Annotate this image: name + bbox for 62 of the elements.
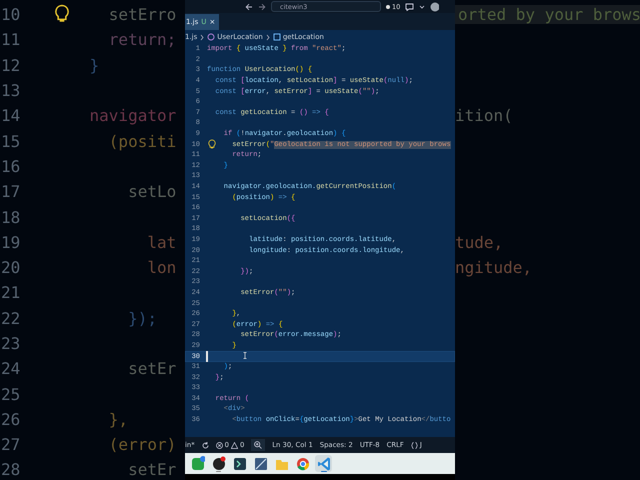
- chat-bubble-icon[interactable]: [405, 2, 414, 10]
- code-line: setErro: [108, 5, 176, 24]
- code-line: setLo: [127, 182, 176, 202]
- chevron-icon: [266, 34, 270, 40]
- browser-icon: [296, 456, 310, 472]
- avatar-icon[interactable]: [430, 2, 440, 12]
- line-number: 10: [0, 5, 22, 24]
- line-number: 15: [0, 132, 22, 151]
- sync-icon[interactable]: [202, 442, 209, 448]
- lightbulb-icon[interactable]: [208, 139, 216, 150]
- line-number: 28: [0, 460, 22, 480]
- line-number: 17: [0, 182, 22, 202]
- code-line: navigator: [88, 106, 176, 126]
- code-line: tude,: [455, 232, 504, 252]
- line-number: 13: [0, 81, 22, 100]
- chevron-icon: [200, 34, 204, 40]
- line-number: 16: [0, 156, 22, 176]
- code-line: (error): [108, 435, 176, 454]
- dot-icon: [386, 4, 390, 8]
- line-number: 24: [0, 359, 22, 378]
- line-number: 25: [0, 384, 22, 404]
- line-number: 21: [0, 283, 22, 302]
- code-line: ition(: [455, 106, 513, 126]
- taskbar-button[interactable]: [210, 455, 227, 472]
- forward-arrow-icon[interactable]: [258, 2, 266, 10]
- line-number: 12: [0, 56, 22, 75]
- taskbar-button[interactable]: [231, 455, 248, 472]
- line-number: 22: [0, 308, 22, 328]
- taskbar-button[interactable]: [252, 455, 269, 472]
- code-line: lat: [146, 232, 176, 252]
- chat-app-icon: [190, 456, 204, 472]
- line-number: 23: [0, 334, 22, 353]
- text-cursor: [206, 351, 208, 362]
- caret-icon[interactable]: [419, 4, 426, 8]
- code-line: setEr: [127, 359, 176, 378]
- ibeam-pointer-icon: [243, 352, 247, 360]
- line-number: 11: [0, 30, 22, 50]
- recorder-app-icon: [212, 456, 226, 472]
- back-arrow-icon[interactable]: [245, 2, 253, 10]
- method-icon: [272, 33, 281, 41]
- drawing-app-icon: [254, 456, 268, 472]
- error-icon: [216, 442, 223, 448]
- code-line: ngitude,: [455, 258, 532, 278]
- braces-icon: [410, 442, 418, 448]
- line-number: 19: [0, 232, 22, 252]
- symbol-icon: [207, 33, 216, 41]
- line-number: 26: [0, 410, 22, 429]
- code-line: return;: [108, 30, 176, 50]
- code-line: lon: [146, 258, 176, 278]
- code-line: setEr: [127, 460, 176, 480]
- code-editor-icon: [316, 456, 330, 472]
- warning-icon: [230, 442, 238, 448]
- code-line: (positi: [108, 132, 176, 151]
- code-line: }: [88, 56, 100, 75]
- code-line: });: [127, 308, 157, 328]
- line-number: 14: [0, 106, 22, 126]
- zoom-icon[interactable]: [254, 441, 262, 449]
- code-line: },: [108, 410, 128, 429]
- line-number: 20: [0, 258, 22, 278]
- line-number: 18: [0, 208, 22, 227]
- terminal-app-icon: [232, 456, 246, 472]
- line-number: 27: [0, 435, 22, 454]
